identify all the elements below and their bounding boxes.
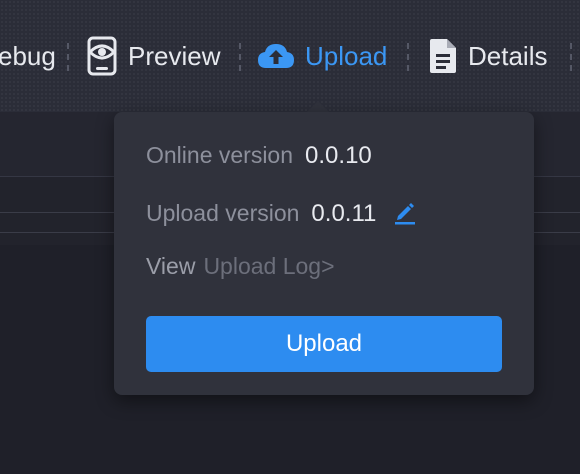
details-button[interactable]: Details xyxy=(428,34,547,78)
online-version-value: 0.0.10 xyxy=(305,142,372,169)
upload-popover: Online version 0.0.10 Upload version 0.0… xyxy=(114,112,534,395)
upload-tab-button[interactable]: Upload xyxy=(257,34,387,78)
preview-button[interactable]: Preview xyxy=(86,34,220,78)
view-log-row: View Upload Log> xyxy=(146,253,335,280)
view-label: View xyxy=(146,253,196,279)
preview-label: Preview xyxy=(128,40,221,71)
upload-version-label: Upload version xyxy=(146,200,300,226)
upload-log-link[interactable]: Upload Log> xyxy=(203,253,334,280)
cloud-upload-icon xyxy=(257,42,295,70)
edit-icon[interactable] xyxy=(394,201,416,225)
debug-label: ebug xyxy=(0,40,56,71)
document-icon xyxy=(428,37,458,75)
upload-version-row: Upload version 0.0.11 xyxy=(146,197,416,228)
toolbar-divider xyxy=(67,43,69,71)
details-label: Details xyxy=(468,40,548,71)
upload-tab-label: Upload xyxy=(305,40,388,71)
debug-button[interactable]: ebug xyxy=(0,34,56,78)
toolbar-divider xyxy=(570,43,572,71)
toolbar: ebug Preview Upload Details xyxy=(0,0,580,112)
online-version-label: Online version xyxy=(146,142,294,168)
online-version-row: Online version 0.0.10 xyxy=(146,142,372,170)
toolbar-divider xyxy=(239,43,241,71)
preview-icon xyxy=(86,36,118,76)
upload-button[interactable]: Upload xyxy=(146,316,502,372)
toolbar-divider xyxy=(407,43,409,71)
upload-version-value: 0.0.11 xyxy=(311,200,377,227)
